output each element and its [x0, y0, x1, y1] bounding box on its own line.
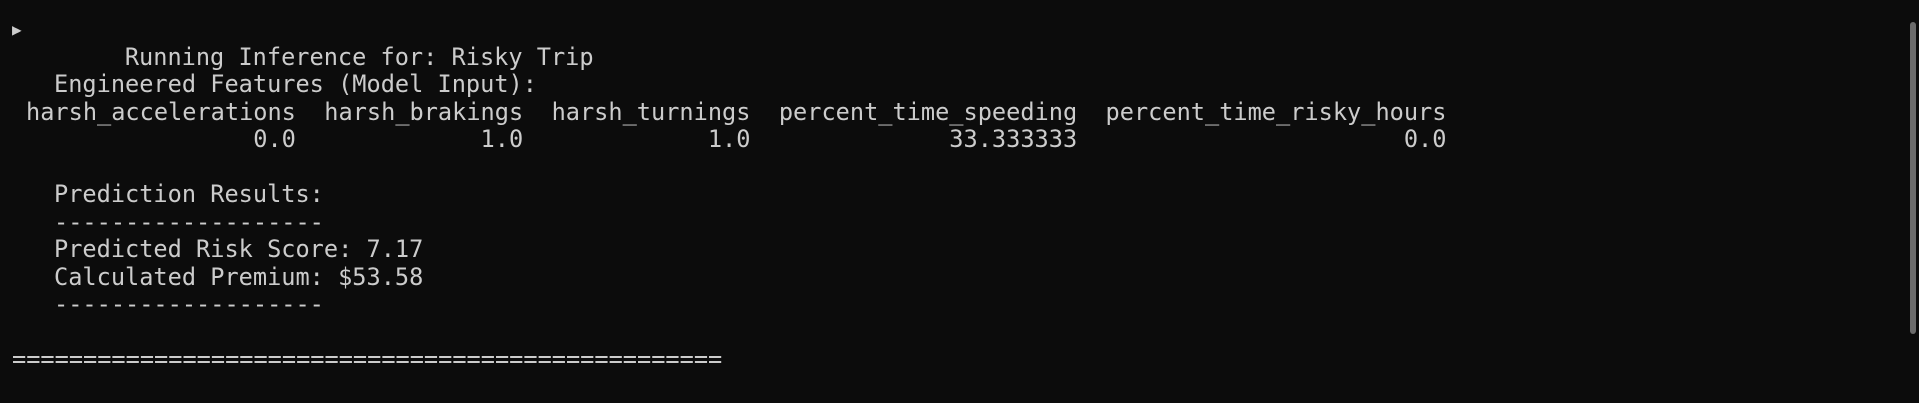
results-divider-bottom: ------------------- [54, 290, 324, 318]
risk-score-line: Predicted Risk Score: 7.17 [54, 235, 424, 263]
premium-line: Calculated Premium: $53.58 [54, 262, 424, 291]
vertical-scrollbar[interactable] [1905, 0, 1919, 403]
running-inference-line: ▶ Running Inference for: Risky Trip [0, 16, 1919, 70]
terminal-window[interactable]: ▶ Running Inference for: Risky Trip Engin… [0, 0, 1919, 403]
features-heading: Engineered Features (Model Input): [54, 70, 537, 98]
results-heading: Prediction Results: [54, 180, 324, 208]
features-value-row: 0.0 1.0 1.0 33.333333 0.0 [26, 125, 1447, 153]
footer-separator: ========================================… [12, 345, 723, 373]
scrollbar-thumb[interactable] [1910, 22, 1916, 334]
results-divider-top: ------------------- [54, 207, 324, 236]
features-header-row: harsh_accelerations harsh_brakings harsh… [26, 97, 1447, 126]
play-triangle-icon: ▶ [12, 20, 22, 39]
